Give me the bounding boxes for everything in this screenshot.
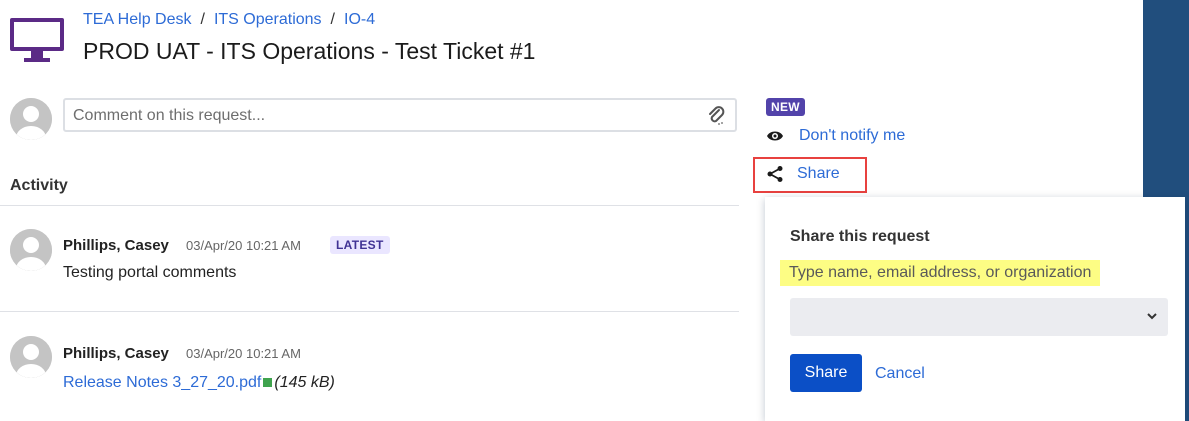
attachment-size: (145 kB) <box>274 374 335 391</box>
eye-icon <box>767 131 783 141</box>
breadcrumb-portal[interactable]: TEA Help Desk <box>83 11 191 28</box>
avatar <box>10 229 52 271</box>
user-icon <box>10 98 52 140</box>
attachment-row: Release Notes 3_27_20.pdf (145 kB) <box>63 374 335 392</box>
comment-author[interactable]: Phillips, Casey <box>63 345 169 362</box>
breadcrumb: TEA Help Desk / ITS Operations / IO-4 <box>83 11 375 29</box>
breadcrumb-separator: / <box>330 11 335 28</box>
breadcrumb-issue-key[interactable]: IO-4 <box>344 11 375 28</box>
side-panel-bar <box>1143 0 1189 197</box>
latest-badge: LATEST <box>330 236 390 254</box>
breadcrumb-project[interactable]: ITS Operations <box>214 11 322 28</box>
page-title: PROD UAT - ITS Operations - Test Ticket … <box>83 38 536 64</box>
comment-input[interactable] <box>71 105 695 127</box>
share-submit-button[interactable]: Share <box>790 354 862 392</box>
new-badge: NEW <box>766 98 805 116</box>
avatar <box>10 336 52 378</box>
share-hint: Type name, email address, or organizatio… <box>780 260 1101 286</box>
activity-heading: Activity <box>10 177 68 194</box>
chevron-down-icon[interactable] <box>1146 310 1158 322</box>
share-recipient-select[interactable] <box>790 298 1168 336</box>
monitor-icon <box>10 18 64 62</box>
avatar <box>10 98 52 140</box>
share-highlight-box <box>753 157 867 193</box>
share-dialog-title: Share this request <box>790 228 930 245</box>
attachment-link[interactable]: Release Notes 3_27_20.pdf <box>63 374 261 391</box>
share-dialog: Share this request Type name, email addr… <box>765 197 1185 421</box>
comment-timestamp: 03/Apr/20 10:21 AM <box>186 346 301 361</box>
comment-author[interactable]: Phillips, Casey <box>63 237 169 254</box>
notify-action[interactable]: Don't notify me <box>766 127 905 145</box>
divider <box>0 311 739 312</box>
comment-timestamp: 03/Apr/20 10:21 AM <box>186 238 301 253</box>
comment-text: Testing portal comments <box>63 264 237 281</box>
dont-notify-link[interactable]: Don't notify me <box>799 127 905 145</box>
file-icon <box>263 378 273 387</box>
cancel-link[interactable]: Cancel <box>875 365 925 383</box>
user-icon <box>10 336 52 378</box>
comment-box[interactable] <box>63 98 737 132</box>
breadcrumb-separator: / <box>200 11 205 28</box>
divider <box>0 205 739 206</box>
request-page: TEA Help Desk / ITS Operations / IO-4 PROD U… <box>0 0 1189 421</box>
paperclip-icon[interactable] <box>707 106 725 126</box>
user-icon <box>10 229 52 271</box>
